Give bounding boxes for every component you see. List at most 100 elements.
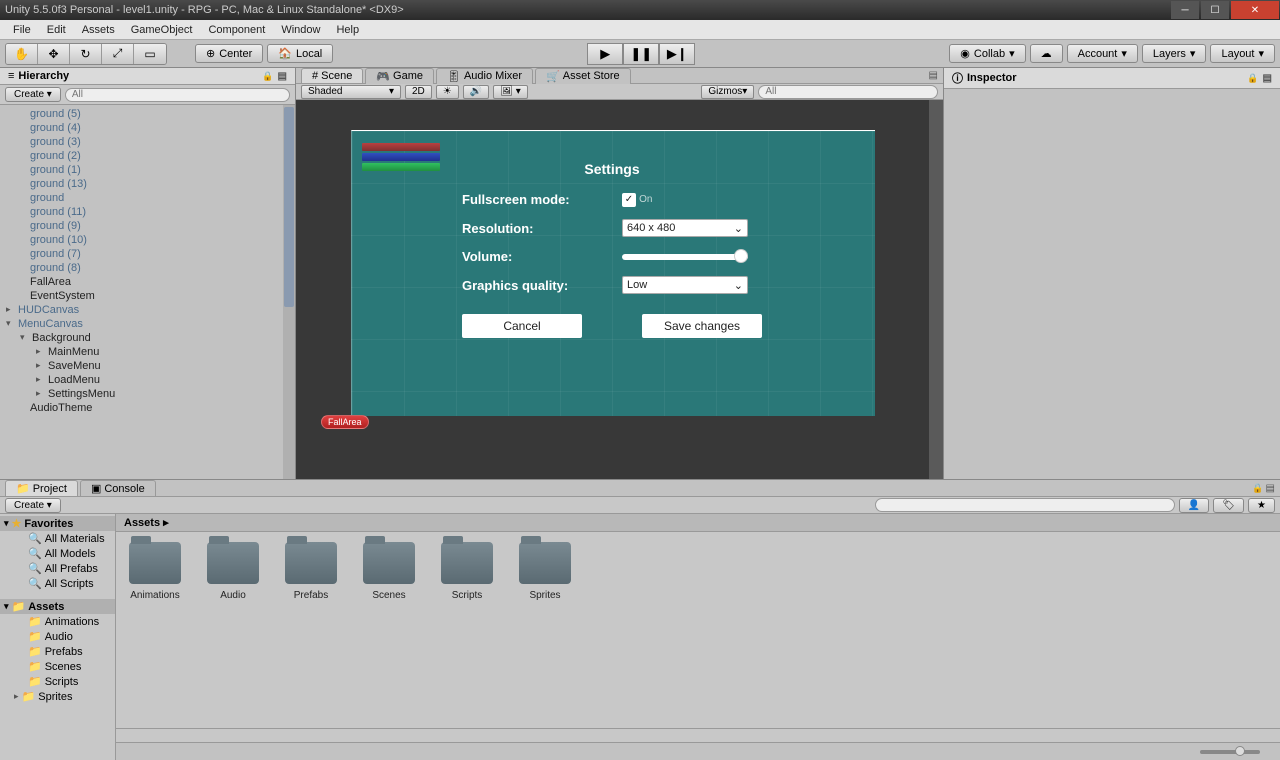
- tab-audiomixer[interactable]: 🎚Audio Mixer: [436, 68, 533, 84]
- menu-edit[interactable]: Edit: [39, 24, 74, 36]
- asset-folder[interactable]: Audio: [204, 542, 262, 601]
- tab-assetstore[interactable]: 🛒Asset Store: [535, 68, 631, 84]
- 2d-toggle[interactable]: 2D: [405, 85, 432, 99]
- tree-folder[interactable]: 📁Scripts: [0, 674, 115, 689]
- filter-button-1[interactable]: 👤: [1179, 498, 1209, 513]
- lock-icon[interactable]: 🔒: [1252, 483, 1263, 494]
- assets-header[interactable]: 📁Assets: [0, 599, 115, 614]
- hand-tool[interactable]: ✋: [6, 44, 38, 64]
- quality-dropdown[interactable]: Low⌄: [622, 276, 748, 294]
- hierarchy-item[interactable]: ground (5): [0, 107, 295, 121]
- project-tree[interactable]: ★Favorites 🔍All Materials🔍All Models🔍All…: [0, 514, 116, 760]
- hierarchy-item[interactable]: SettingsMenu: [0, 387, 295, 401]
- fx-toggle[interactable]: 🖼 ▾: [493, 85, 528, 99]
- hierarchy-item[interactable]: ground (3): [0, 135, 295, 149]
- lighting-toggle[interactable]: ☀: [436, 85, 459, 99]
- panel-menu-icon[interactable]: ▤: [278, 71, 287, 82]
- hierarchy-item[interactable]: ground (11): [0, 205, 295, 219]
- hierarchy-item[interactable]: Background: [0, 331, 295, 345]
- favorites-header[interactable]: ★Favorites: [0, 516, 115, 531]
- hierarchy-item[interactable]: HUDCanvas: [0, 303, 295, 317]
- scene-scrollbar[interactable]: [929, 100, 943, 479]
- lock-icon[interactable]: 🔒: [1247, 73, 1258, 84]
- hierarchy-item[interactable]: SaveMenu: [0, 359, 295, 373]
- window-maximize-button[interactable]: ☐: [1201, 1, 1229, 19]
- zoom-slider[interactable]: [1200, 750, 1260, 754]
- tree-folder[interactable]: 📁Prefabs: [0, 644, 115, 659]
- pivot-center-toggle[interactable]: ⊕ Center: [195, 44, 263, 63]
- fallarea-gizmo[interactable]: FallArea: [321, 415, 369, 429]
- asset-folder[interactable]: Scripts: [438, 542, 496, 601]
- tab-scene[interactable]: #Scene: [301, 68, 363, 83]
- tree-folder[interactable]: ▸📁Sprites: [0, 689, 115, 704]
- favorite-item[interactable]: 🔍All Models: [0, 546, 115, 561]
- menu-assets[interactable]: Assets: [74, 24, 123, 36]
- hierarchy-search-input[interactable]: [65, 88, 290, 102]
- tree-folder[interactable]: 📁Scenes: [0, 659, 115, 674]
- lock-icon[interactable]: 🔒: [262, 71, 273, 82]
- hierarchy-item[interactable]: ground (10): [0, 233, 295, 247]
- panel-menu-icon[interactable]: ▤: [929, 70, 938, 81]
- collab-dropdown[interactable]: ◉ Collab ▾: [949, 44, 1025, 63]
- move-tool[interactable]: ✥: [38, 44, 70, 64]
- cancel-button[interactable]: Cancel: [462, 314, 582, 338]
- favorite-item[interactable]: 🔍All Materials: [0, 531, 115, 546]
- tree-folder[interactable]: 📁Audio: [0, 629, 115, 644]
- hierarchy-item[interactable]: ground: [0, 191, 295, 205]
- hierarchy-item[interactable]: AudioTheme: [0, 401, 295, 415]
- window-minimize-button[interactable]: ─: [1171, 1, 1199, 19]
- hierarchy-create-button[interactable]: Create ▾: [5, 87, 61, 102]
- save-changes-button[interactable]: Save changes: [642, 314, 762, 338]
- fullscreen-checkbox[interactable]: ✓: [622, 193, 636, 207]
- asset-folder[interactable]: Animations: [126, 542, 184, 601]
- project-hscrollbar[interactable]: [116, 728, 1280, 742]
- hierarchy-item[interactable]: MainMenu: [0, 345, 295, 359]
- volume-slider[interactable]: [622, 254, 748, 260]
- inspector-tab[interactable]: ⓘ Inspector 🔒 ▤: [944, 68, 1280, 89]
- play-button[interactable]: ▶: [587, 43, 623, 65]
- tab-game[interactable]: 🎮Game: [365, 68, 434, 84]
- asset-folder[interactable]: Prefabs: [282, 542, 340, 601]
- gizmos-dropdown[interactable]: Gizmos ▾: [701, 85, 754, 99]
- shading-mode-dropdown[interactable]: Shaded▾: [301, 85, 401, 99]
- hierarchy-item[interactable]: EventSystem: [0, 289, 295, 303]
- filter-favorite-button[interactable]: ★: [1248, 498, 1275, 513]
- resolution-dropdown[interactable]: 640 x 480⌄: [622, 219, 748, 237]
- window-close-button[interactable]: ✕: [1231, 1, 1279, 19]
- step-button[interactable]: ▶❙: [659, 43, 695, 65]
- hierarchy-item[interactable]: MenuCanvas: [0, 317, 295, 331]
- rotate-tool[interactable]: ↻: [70, 44, 102, 64]
- hierarchy-list[interactable]: ground (5)ground (4)ground (3)ground (2)…: [0, 105, 295, 479]
- hierarchy-item[interactable]: ground (4): [0, 121, 295, 135]
- hierarchy-item[interactable]: ground (7): [0, 247, 295, 261]
- menu-file[interactable]: File: [5, 24, 39, 36]
- pivot-local-toggle[interactable]: 🏠 Local: [267, 44, 333, 63]
- breadcrumb[interactable]: Assets ▸: [116, 514, 1280, 532]
- tab-console[interactable]: ▣Console: [80, 480, 156, 496]
- scene-view[interactable]: Settings Fullscreen mode: ✓ On Resolutio…: [296, 100, 943, 479]
- hierarchy-item[interactable]: ground (8): [0, 261, 295, 275]
- scene-search-input[interactable]: [758, 85, 938, 99]
- hierarchy-item[interactable]: ground (2): [0, 149, 295, 163]
- menu-component[interactable]: Component: [200, 24, 273, 36]
- hierarchy-item[interactable]: FallArea: [0, 275, 295, 289]
- hierarchy-item[interactable]: ground (9): [0, 219, 295, 233]
- menu-window[interactable]: Window: [273, 24, 328, 36]
- asset-folder[interactable]: Scenes: [360, 542, 418, 601]
- asset-folder[interactable]: Sprites: [516, 542, 574, 601]
- layout-dropdown[interactable]: Layout ▾: [1210, 44, 1275, 63]
- project-search-input[interactable]: [875, 498, 1175, 512]
- hierarchy-item[interactable]: ground (13): [0, 177, 295, 191]
- hierarchy-item[interactable]: ground (1): [0, 163, 295, 177]
- hierarchy-scrollbar[interactable]: [283, 105, 295, 479]
- rect-tool[interactable]: ▭: [134, 44, 166, 64]
- audio-toggle[interactable]: 🔊: [463, 85, 489, 99]
- layers-dropdown[interactable]: Layers ▾: [1142, 44, 1207, 63]
- menu-help[interactable]: Help: [328, 24, 367, 36]
- pause-button[interactable]: ❚❚: [623, 43, 659, 65]
- filter-button-2[interactable]: 🏷: [1213, 498, 1244, 513]
- scale-tool[interactable]: ⤢: [102, 44, 134, 64]
- favorite-item[interactable]: 🔍All Scripts: [0, 576, 115, 591]
- menu-gameobject[interactable]: GameObject: [123, 24, 201, 36]
- favorite-item[interactable]: 🔍All Prefabs: [0, 561, 115, 576]
